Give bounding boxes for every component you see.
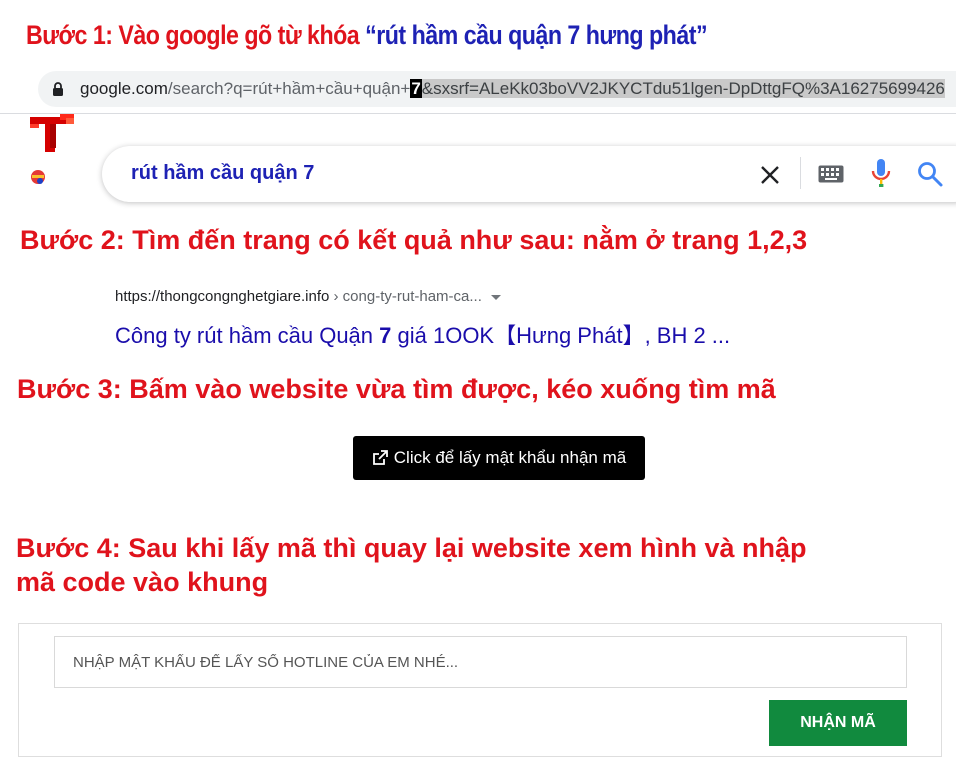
result-breadcrumb: › cong-ty-rut-ham-ca...: [329, 288, 482, 305]
get-code-button-label: Click để lấy mật khẩu nhận mã: [393, 448, 627, 467]
step1-keyword: “rút hầm cầu quận 7 hưng phát”: [365, 20, 708, 50]
microphone-icon[interactable]: [870, 158, 892, 188]
address-url: google.com/search?q=rút+hầm+cầu+quận+7&s…: [80, 79, 945, 99]
external-link-icon: [372, 450, 388, 465]
result-title-before: Công ty rút hầm cầu Quận: [115, 323, 380, 348]
url-path-after: &sxsrf=ALeKk03boVV2JKYCTdu51lgen-DpDttgF…: [421, 79, 945, 98]
step4-heading: Bước 4: Sau khi lấy mã thì quay lại webs…: [16, 531, 806, 599]
step3-heading: Bước 3: Bấm vào website vừa tìm được, ké…: [17, 374, 776, 404]
get-code-button[interactable]: Click để lấy mật khẩu nhận mã: [353, 436, 645, 480]
result-site: https://thongcongnghetgiare.info: [115, 288, 330, 305]
result-title-bold: 7: [379, 323, 392, 348]
submit-code-button[interactable]: NHẬN MÃ: [769, 700, 907, 746]
caret-down-icon[interactable]: [490, 294, 501, 300]
search-query-text[interactable]: rút hầm cầu quận 7: [131, 162, 314, 185]
password-input[interactable]: [54, 636, 907, 688]
step1-prefix: Bước 1: Vào google gõ từ khóa: [26, 20, 366, 50]
url-path-before: /search?q=rút+hầm+cầu+quận+: [167, 79, 411, 98]
result-title-link[interactable]: Công ty rút hầm cầu Quận 7 giá 1OOK【Hưng…: [115, 318, 730, 350]
result-title-after: giá 1OOK【Hưng Phát】, BH 2 ...: [391, 323, 731, 348]
url-highlight: 7: [410, 79, 422, 98]
browser-address-bar[interactable]: google.com/search?q=rút+hầm+cầu+quận+7&s…: [38, 71, 956, 107]
step1-heading: Bước 1: Vào google gõ từ khóa “rút hầm c…: [26, 20, 708, 51]
google-logo-icon: [30, 114, 74, 184]
url-domain: google.com: [80, 79, 168, 98]
search-divider: [800, 157, 801, 189]
keyboard-icon[interactable]: [818, 165, 844, 183]
step4-line2: mã code vào khung: [16, 567, 269, 597]
search-icon[interactable]: [916, 160, 944, 188]
result-url[interactable]: https://thongcongnghetgiare.info › cong-…: [115, 288, 501, 305]
lock-icon: [52, 81, 80, 97]
step2-heading: Bước 2: Tìm đến trang có kết quả như sau…: [20, 225, 808, 255]
clear-icon[interactable]: [757, 162, 783, 188]
step4-line1: Bước 4: Sau khi lấy mã thì quay lại webs…: [16, 533, 807, 563]
top-divider: [0, 113, 956, 114]
